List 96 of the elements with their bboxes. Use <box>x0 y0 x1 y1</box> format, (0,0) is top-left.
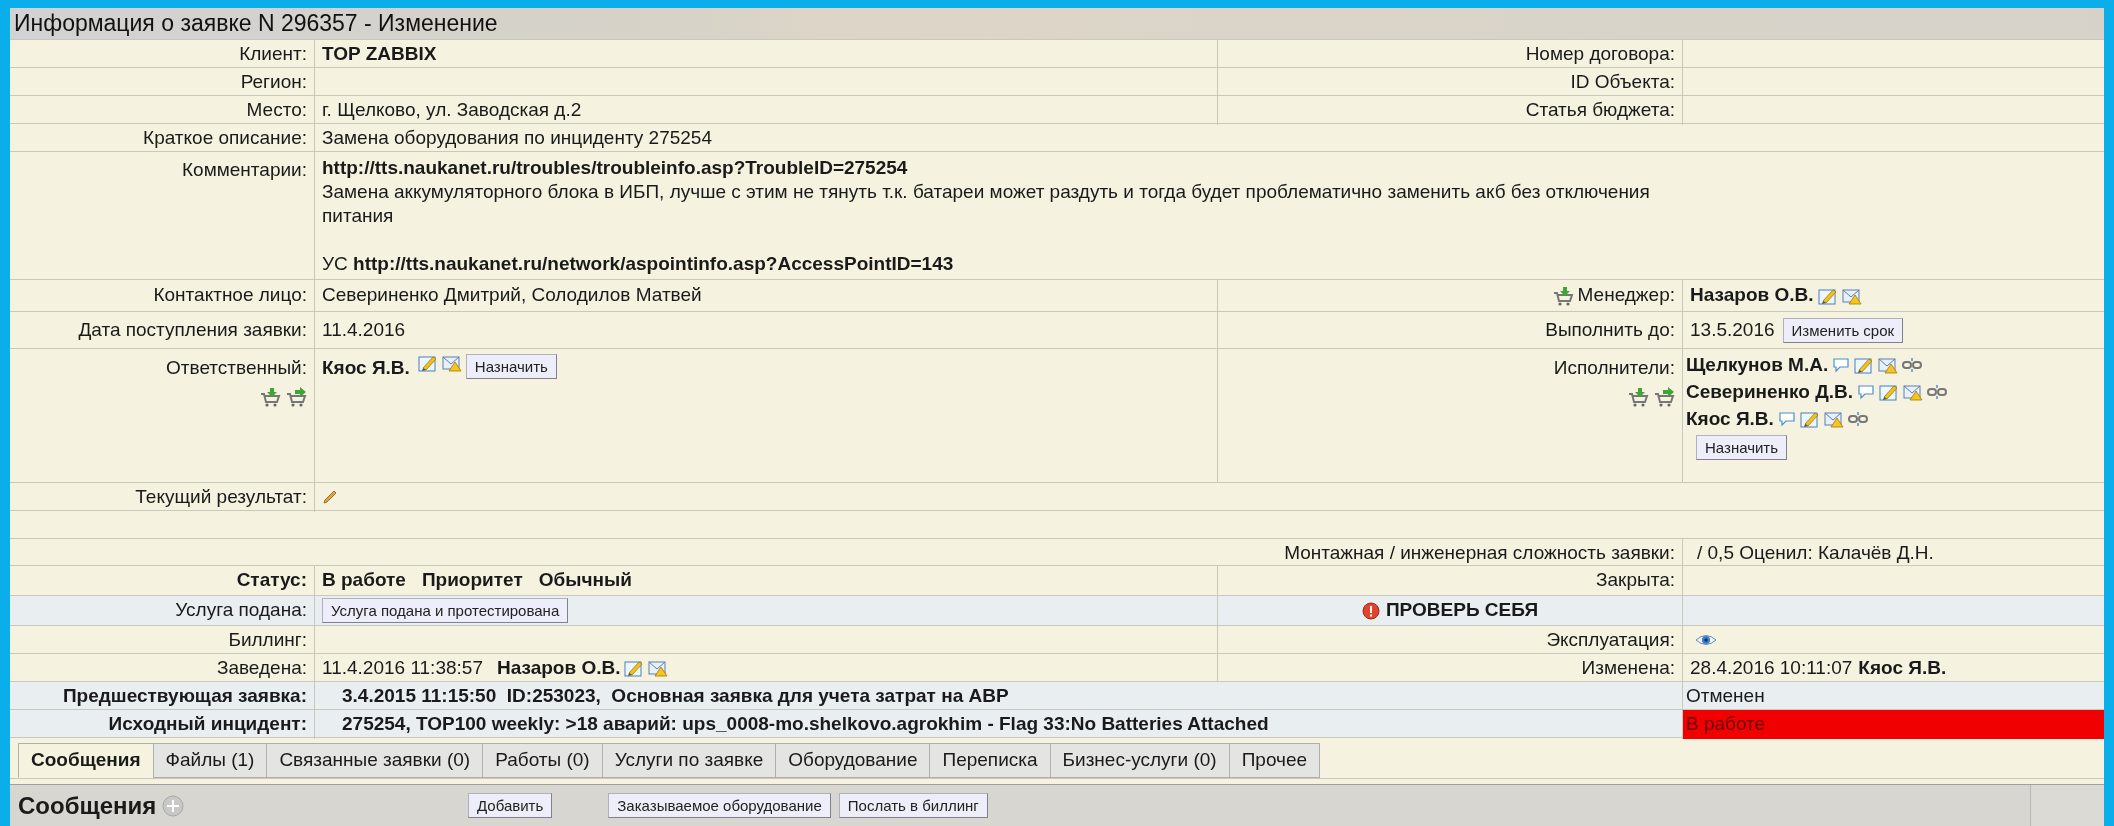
priority-label: Приоритет <box>421 568 523 593</box>
timestamp: 28.4.2016 10:11:07 <box>1690 656 1853 680</box>
edit-icon[interactable] <box>417 354 438 372</box>
field-label: Исходный инцидент: <box>108 712 307 736</box>
tab[interactable]: Связанные заявки (0) <box>266 743 484 778</box>
field-label: Клиент: <box>239 42 307 66</box>
priority-value: Обычный <box>538 568 632 593</box>
warning-icon <box>1361 601 1380 620</box>
field-label: Статья бюджета: <box>1525 98 1675 122</box>
field-value: 3.4.2015 11:15:50 ID:253023, Основная заявка для учета затрат на АВР <box>342 684 1009 708</box>
field-label: Заведена: <box>216 656 307 680</box>
field-label: ID Объекта: <box>1570 70 1675 94</box>
mail-warning-icon[interactable] <box>1823 410 1844 428</box>
field-value: Замена оборудования по инциденту 275254 <box>322 126 712 150</box>
edit-icon[interactable] <box>1879 383 1900 401</box>
field-label: Монтажная / инженерная сложность заявки: <box>1284 541 1675 565</box>
field-label: Предшествующая заявка: <box>62 684 307 708</box>
chain-icon[interactable] <box>1847 411 1868 427</box>
cart-forward-icon[interactable] <box>285 386 307 407</box>
timestamp: 11.4.2016 11:38:57 <box>322 656 483 680</box>
edit-icon[interactable] <box>1817 286 1838 305</box>
person-name: Кяос Я.В. <box>322 356 410 380</box>
tab[interactable]: Переписка <box>929 743 1051 778</box>
field-label: Место: <box>246 98 307 122</box>
assign-button[interactable]: Назначить <box>1696 435 1788 460</box>
status-value: В работе <box>1686 712 1766 736</box>
field-label: Менеджер: <box>1577 283 1675 308</box>
field-value: TOP ZABBIX <box>322 42 437 66</box>
add-icon[interactable] <box>162 794 185 817</box>
assign-button[interactable]: Назначить <box>465 354 557 379</box>
tab[interactable]: Файлы (1) <box>152 743 268 778</box>
tab[interactable]: Прочее <box>1228 743 1321 778</box>
field-label: Ответственный: <box>166 356 307 380</box>
tab[interactable]: Оборудование <box>775 743 931 778</box>
field-value: Севериненко Дмитрий, Солодилов Матвей <box>322 283 702 308</box>
person-name: Кяос Я.В. <box>1686 406 1774 431</box>
field-label: Регион: <box>240 70 307 94</box>
toolbar-button[interactable]: Заказываемое оборудование <box>608 793 831 818</box>
cart-download-icon[interactable] <box>1551 285 1574 306</box>
field-value: / 0,5 Оценил: Калачёв Д.Н. <box>1697 541 1934 565</box>
field-label: Исполнители: <box>1553 356 1675 380</box>
cart-download-icon[interactable] <box>1627 386 1649 407</box>
field-label: Контактное лицо: <box>153 283 307 308</box>
person-name: Назаров О.В. <box>496 656 621 680</box>
field-value: 11.4.2016 <box>322 317 406 342</box>
toolbar-button[interactable]: Послать в биллинг <box>838 793 988 818</box>
field-label: Закрыта: <box>1596 568 1675 593</box>
mail-warning-icon[interactable] <box>1841 286 1862 305</box>
comment-text: Замена аккумуляторного блока в ИБП, лучше с этим не тянуть т.к. батареи может раздуть и тогда будет проблематично заменить акб без отключения питания <box>322 180 1651 228</box>
field-label: Краткое описание: <box>143 126 307 150</box>
person-name: Севериненко Д.В. <box>1686 379 1854 404</box>
warning-text: ПРОВЕРЬ СЕБЯ <box>1385 598 1539 623</box>
field-label: Услуга подана: <box>175 598 307 623</box>
field-label: Изменена: <box>1581 656 1675 680</box>
field-label: Номер договора: <box>1525 42 1675 66</box>
tab[interactable]: Услуги по заявке <box>601 743 777 778</box>
edit-icon[interactable] <box>1854 356 1875 374</box>
toolbar-button[interactable]: Добавить <box>468 793 553 818</box>
change-deadline-button[interactable]: Изменить срок <box>1782 317 1904 343</box>
chain-icon[interactable] <box>1927 384 1948 400</box>
status-value: В работе <box>322 568 406 593</box>
cart-forward-icon[interactable] <box>1653 386 1675 407</box>
person-name: Щелкунов М.А. <box>1686 352 1829 377</box>
edit-icon[interactable] <box>624 659 645 678</box>
tab[interactable]: Сообщения <box>18 743 154 778</box>
section-title: Сообщения <box>18 790 157 821</box>
field-label: Комментарии: <box>182 158 307 182</box>
person-name: Кяос Я.В. <box>1858 656 1947 680</box>
edit-icon[interactable] <box>1799 410 1820 428</box>
field-label: Текущий результат: <box>135 485 307 509</box>
chat-bubble-icon[interactable] <box>1777 411 1796 427</box>
field-label: Эксплуатация: <box>1546 628 1675 652</box>
field-value: 13.5.2016 <box>1690 317 1775 342</box>
chat-bubble-icon[interactable] <box>1832 357 1851 373</box>
field-value: 275254, TOP100 weekly: >18 аварий: ups_0008-mo.shelkovo.agrokhim - Flag 33:No Batteries Attached <box>342 712 1269 736</box>
mail-warning-icon[interactable] <box>441 354 462 372</box>
field-value: г. Щелково, ул. Заводская д.2 <box>322 98 582 122</box>
mail-warning-icon[interactable] <box>648 659 669 678</box>
chain-icon[interactable] <box>1902 357 1923 373</box>
tab[interactable]: Бизнес-услуги (0) <box>1049 743 1230 778</box>
comment-text: УС http://tts.naukanet.ru/network/aspointinfo.asp?AccessPointID=143 <box>322 252 955 276</box>
mail-warning-icon[interactable] <box>1903 383 1924 401</box>
chat-bubble-icon[interactable] <box>1857 384 1876 400</box>
service-delivered-button[interactable]: Услуга подана и протестирована <box>322 598 569 623</box>
field-label: Дата поступления заявки: <box>78 317 307 342</box>
cart-download-icon[interactable] <box>259 386 281 407</box>
person-name: Назаров О.В. <box>1690 283 1814 308</box>
pencil-icon[interactable] <box>322 489 338 506</box>
field-label: Выполнить до: <box>1545 317 1675 342</box>
window-title: Информация о заявке N 296357 - Изменение <box>14 9 498 39</box>
status-value: Отменен <box>1686 684 1765 708</box>
field-label: Статус: <box>236 568 307 593</box>
tab[interactable]: Работы (0) <box>482 743 603 778</box>
mail-warning-icon[interactable] <box>1878 356 1899 374</box>
comment-text: http://tts.naukanet.ru/troubles/troubleinfo.asp?TroubleID=275254 <box>322 156 909 180</box>
field-label: Биллинг: <box>228 628 307 652</box>
